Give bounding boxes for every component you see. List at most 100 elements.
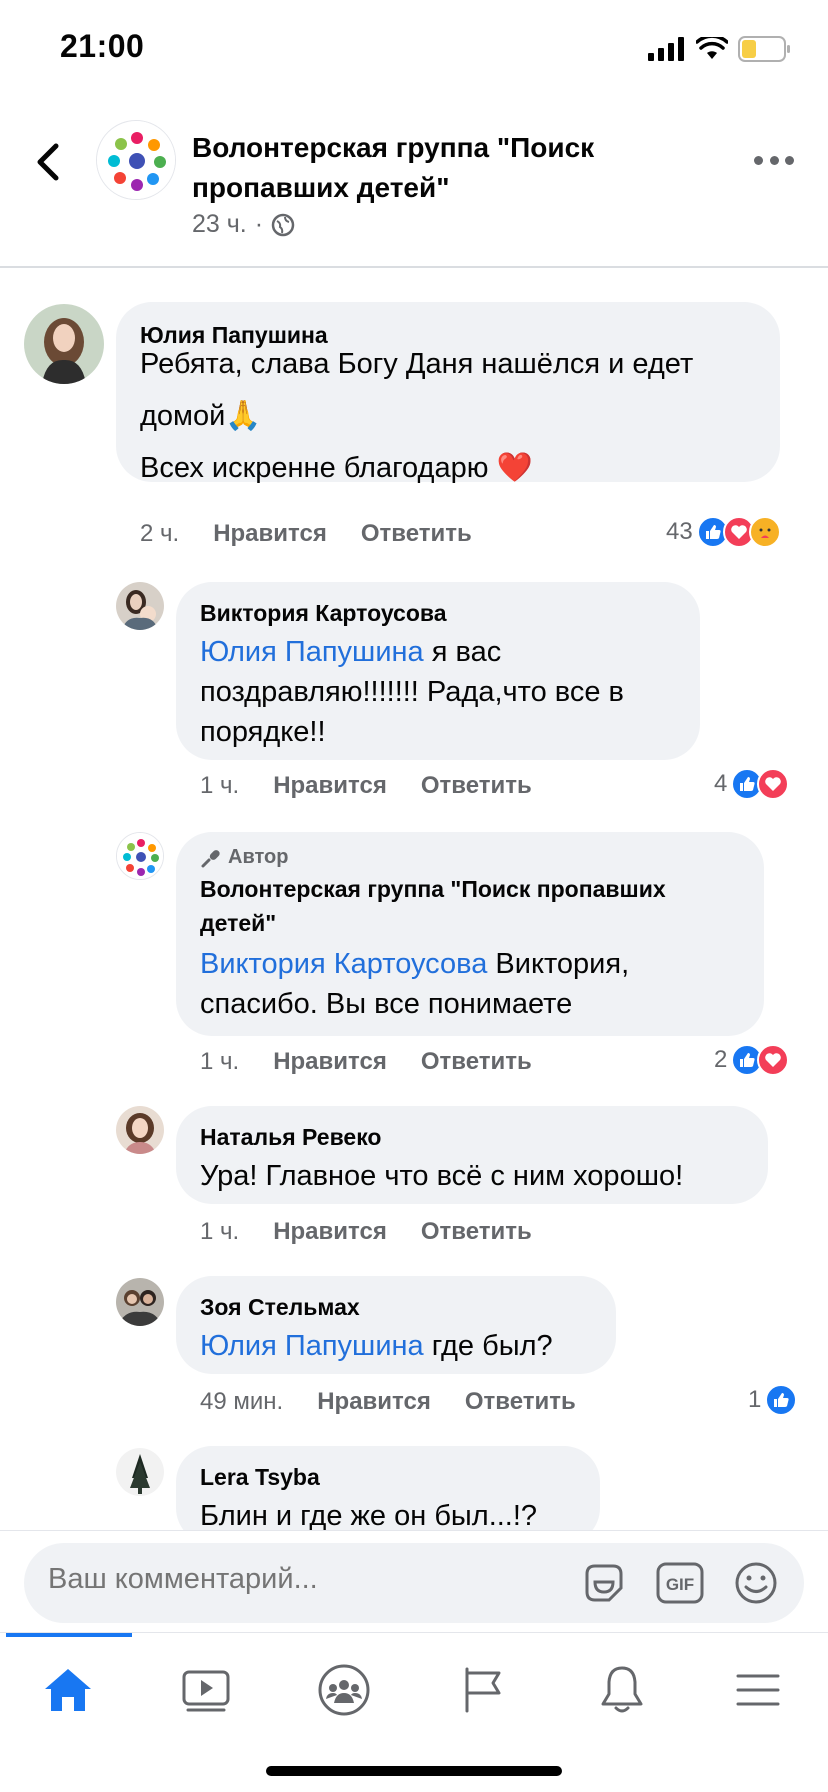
- reactions-summary[interactable]: 43: [666, 516, 781, 548]
- reaction-count: 2: [714, 1046, 728, 1073]
- mention-link[interactable]: Юлия Папушина: [200, 1330, 424, 1362]
- menu-icon: [736, 1674, 780, 1706]
- comments-list: Юлия Папушина Ребята, слава Богу Даня на…: [0, 270, 828, 1530]
- comment-time: 2 ч.: [140, 520, 180, 547]
- group-title[interactable]: Волонтерская группа "Поиск пропавших дет…: [192, 128, 692, 208]
- reply-button[interactable]: Ответить: [361, 520, 472, 548]
- comment-time: 49 мин.: [200, 1388, 284, 1415]
- like-reaction-icon: [765, 1384, 798, 1416]
- tab-home[interactable]: [28, 1655, 108, 1725]
- status-bar: 21:00: [0, 0, 828, 100]
- avatar-photo: [116, 1106, 164, 1154]
- comment-author[interactable]: Lera Tsyba: [200, 1464, 320, 1491]
- like-button[interactable]: Нравится: [273, 1218, 387, 1246]
- avatar-photo: [116, 1278, 164, 1326]
- more-options-button[interactable]: [754, 150, 794, 170]
- tab-notifications[interactable]: [582, 1655, 662, 1725]
- comment: Юлия Папушина Ребята, слава Богу Даня на…: [0, 270, 828, 550]
- reaction-count: 1: [748, 1386, 762, 1413]
- comment-text-line2: поздравляю!!!!!!! Рада,что все в: [200, 676, 624, 708]
- reactions-summary[interactable]: 2: [714, 1044, 790, 1076]
- like-button[interactable]: Нравится: [273, 1048, 387, 1076]
- svg-text:GIF: GIF: [666, 1575, 694, 1594]
- comment-text-line3: Всех искренне благодарю ❤️: [140, 452, 533, 484]
- reactions-summary[interactable]: 4: [714, 768, 790, 800]
- post-meta: 23 ч. ·: [192, 210, 295, 239]
- comment-author[interactable]: Наталья Ревеко: [200, 1124, 381, 1151]
- gif-button[interactable]: GIF: [654, 1557, 706, 1609]
- emoji-button[interactable]: [730, 1557, 782, 1609]
- composer-actions: GIF: [578, 1557, 782, 1609]
- comment: Lera Tsyba Блин и где же он был...!?: [0, 270, 828, 1530]
- post-header: Волонтерская группа "Поиск пропавших дет…: [0, 100, 828, 268]
- avatar[interactable]: [24, 304, 104, 384]
- reaction-count: 43: [666, 518, 693, 545]
- love-reaction-icon: [757, 1044, 790, 1076]
- comment-text-line3: порядке!!: [200, 716, 326, 748]
- comment-composer[interactable]: GIF: [24, 1543, 804, 1623]
- sticker-icon: [585, 1564, 623, 1602]
- home-indicator: [266, 1766, 562, 1776]
- mention-link[interactable]: Юлия Папушина: [200, 636, 424, 668]
- comment-actions: 1 ч. Нравится Ответить: [200, 772, 532, 800]
- care-reaction-icon: [748, 516, 781, 548]
- tab-pages[interactable]: [442, 1655, 522, 1725]
- comment-input[interactable]: [48, 1563, 468, 1596]
- gif-icon: GIF: [656, 1562, 704, 1604]
- reaction-count: 4: [714, 770, 728, 797]
- meta-separator: ·: [254, 210, 264, 238]
- avatar[interactable]: [116, 1106, 164, 1154]
- avatar[interactable]: [116, 832, 164, 880]
- emoji-icon: [735, 1562, 777, 1604]
- reply-button[interactable]: Ответить: [465, 1388, 576, 1416]
- comment-actions: 2 ч. Нравится Ответить: [140, 520, 472, 548]
- avatar[interactable]: [116, 1278, 164, 1326]
- globe-icon: [271, 213, 295, 236]
- comment-text-line1: Ребята, слава Богу Даня нашёлся и едет: [140, 348, 694, 380]
- comment-text: Блин и где же он был...!?: [200, 1500, 538, 1530]
- reply-button[interactable]: Ответить: [421, 1048, 532, 1076]
- avatar-photo: [116, 582, 164, 630]
- status-icons: [648, 36, 792, 62]
- comment-text-line2: домой🙏: [140, 400, 262, 432]
- comment-actions: 1 ч. Нравится Ответить: [200, 1048, 532, 1076]
- comment-author[interactable]: Волонтерская группа "Поиск пропавших: [200, 876, 666, 903]
- like-button[interactable]: Нравится: [213, 520, 327, 548]
- reactions-summary[interactable]: 1: [748, 1384, 798, 1416]
- post-time: 23 ч.: [192, 210, 247, 238]
- reply-button[interactable]: Ответить: [421, 1218, 532, 1246]
- love-reaction-icon: [757, 768, 790, 800]
- comment-composer-bar: GIF: [0, 1530, 828, 1630]
- comment-bubble[interactable]: Автор Волонтерская группа "Поиск пропавш…: [176, 832, 764, 1036]
- video-icon: [182, 1670, 230, 1712]
- active-tab-indicator: [6, 1633, 132, 1637]
- tab-watch[interactable]: [166, 1655, 246, 1725]
- comment-bubble[interactable]: Виктория Картоусова Юлия Папушина я вас …: [176, 582, 700, 760]
- wifi-icon: [696, 37, 728, 59]
- avatar[interactable]: [116, 582, 164, 630]
- avatar-photo: [24, 304, 104, 384]
- like-button[interactable]: Нравится: [273, 772, 387, 800]
- comment-author-cont[interactable]: детей": [200, 910, 276, 937]
- comment-time: 1 ч.: [200, 1218, 240, 1245]
- comment-bubble[interactable]: Наталья Ревеко Ура! Главное что всё с ни…: [176, 1106, 768, 1204]
- comment-bubble[interactable]: Lera Tsyba Блин и где же он был...!?: [176, 1446, 600, 1530]
- back-button[interactable]: [30, 138, 66, 186]
- pages-flag-icon: [465, 1667, 501, 1713]
- sticker-button[interactable]: [578, 1557, 630, 1609]
- comment-bubble[interactable]: Зоя Стельмах Юлия Папушина где был?: [176, 1276, 616, 1374]
- comment-author[interactable]: Зоя Стельмах: [200, 1294, 360, 1321]
- tab-menu[interactable]: [718, 1655, 798, 1725]
- group-avatar[interactable]: [96, 120, 176, 200]
- comment-author[interactable]: Виктория Картоусова: [200, 600, 447, 627]
- comment-actions: 49 мин. Нравится Ответить: [200, 1388, 576, 1416]
- comment-bubble[interactable]: Юлия Папушина Ребята, слава Богу Даня на…: [116, 302, 780, 484]
- more-icon: [754, 155, 763, 165]
- reply-button[interactable]: Ответить: [421, 772, 532, 800]
- mention-link[interactable]: Виктория Картоусова: [200, 948, 487, 980]
- avatar[interactable]: [116, 1448, 164, 1496]
- groups-icon: [318, 1664, 370, 1716]
- like-button[interactable]: Нравится: [317, 1388, 431, 1416]
- bell-icon: [601, 1666, 643, 1713]
- tab-groups[interactable]: [304, 1655, 384, 1725]
